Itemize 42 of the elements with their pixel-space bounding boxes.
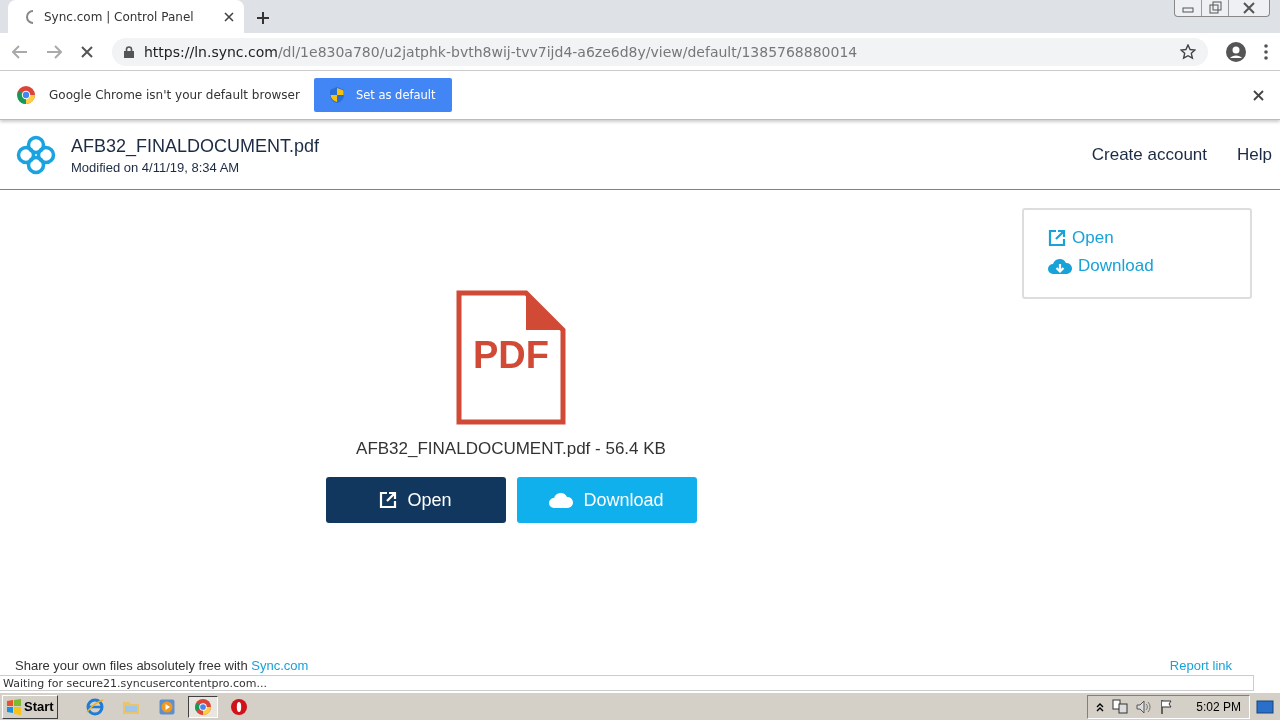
shield-icon (329, 87, 344, 103)
clock: 5:02 PM (1196, 699, 1241, 714)
chrome-icon[interactable] (194, 698, 211, 715)
cloud-download-icon (1048, 257, 1072, 275)
header-link[interactable]: Help (1237, 145, 1272, 165)
file-name: AFB32_FINALDOCUMENT.pdf (71, 135, 321, 157)
file-caption: AFB32_FINALDOCUMENT.pdf - 56.4 KB (356, 439, 666, 459)
cloud-download-icon (549, 491, 574, 509)
windows-logo-icon (6, 698, 22, 715)
sync-logo-icon (15, 135, 57, 175)
status-bubble: Waiting for secure21.syncusercontentpro.com... (0, 675, 1254, 691)
new-tab-icon[interactable] (256, 11, 270, 25)
address-bar[interactable]: https://ln.sync.com/dl/1e830a780/u2jatphk-bvth8wij-tvv7ijd4-a6ze6d8y/view/default/1385768880014 (112, 37, 1208, 66)
default-browser-message: Google Chrome isn't your default browser (49, 88, 300, 102)
speaker-icon[interactable] (1136, 698, 1153, 715)
account-icon[interactable] (1226, 41, 1246, 62)
menu-icon[interactable] (1264, 43, 1268, 60)
header-link[interactable]: Create account (1091, 145, 1208, 165)
browser-icon[interactable] (85, 697, 104, 716)
close-icon[interactable] (224, 11, 234, 22)
url-text: https://ln.sync.com/dl/1e830a780/u2jatphk-bvth8wij-tvv7ijd4-a6ze6d8y/view/default/1385768880014 (144, 43, 859, 60)
browser-tab[interactable]: Sync.com | Control Panel (8, 0, 244, 33)
network-icon[interactable] (1112, 698, 1129, 715)
opera-icon[interactable] (230, 698, 247, 715)
pdf-file-icon (456, 290, 566, 425)
set-default-button[interactable]: Set as default (313, 78, 452, 112)
star-icon[interactable] (1180, 43, 1196, 60)
stop-icon[interactable] (80, 44, 94, 59)
chrome-logo-icon (17, 86, 35, 104)
modified-date: Modified on 4/11/19, 8:34 AM (71, 159, 241, 175)
external-link-icon (1048, 229, 1066, 247)
flag-icon[interactable] (1160, 698, 1175, 715)
external-link-icon (379, 491, 398, 509)
open-button[interactable]: Open (325, 477, 506, 523)
media-player-icon[interactable] (158, 698, 175, 715)
close-icon[interactable] (1253, 89, 1264, 101)
footer-text: Share your own files absolutely free with Sync.com (15, 658, 309, 673)
lock-icon (124, 45, 134, 58)
show-hidden-icons-icon[interactable] (1096, 701, 1105, 712)
show-desktop-icon[interactable] (1256, 698, 1274, 715)
pdf-label: PDF (472, 334, 550, 377)
start-button[interactable]: Start (2, 694, 58, 719)
